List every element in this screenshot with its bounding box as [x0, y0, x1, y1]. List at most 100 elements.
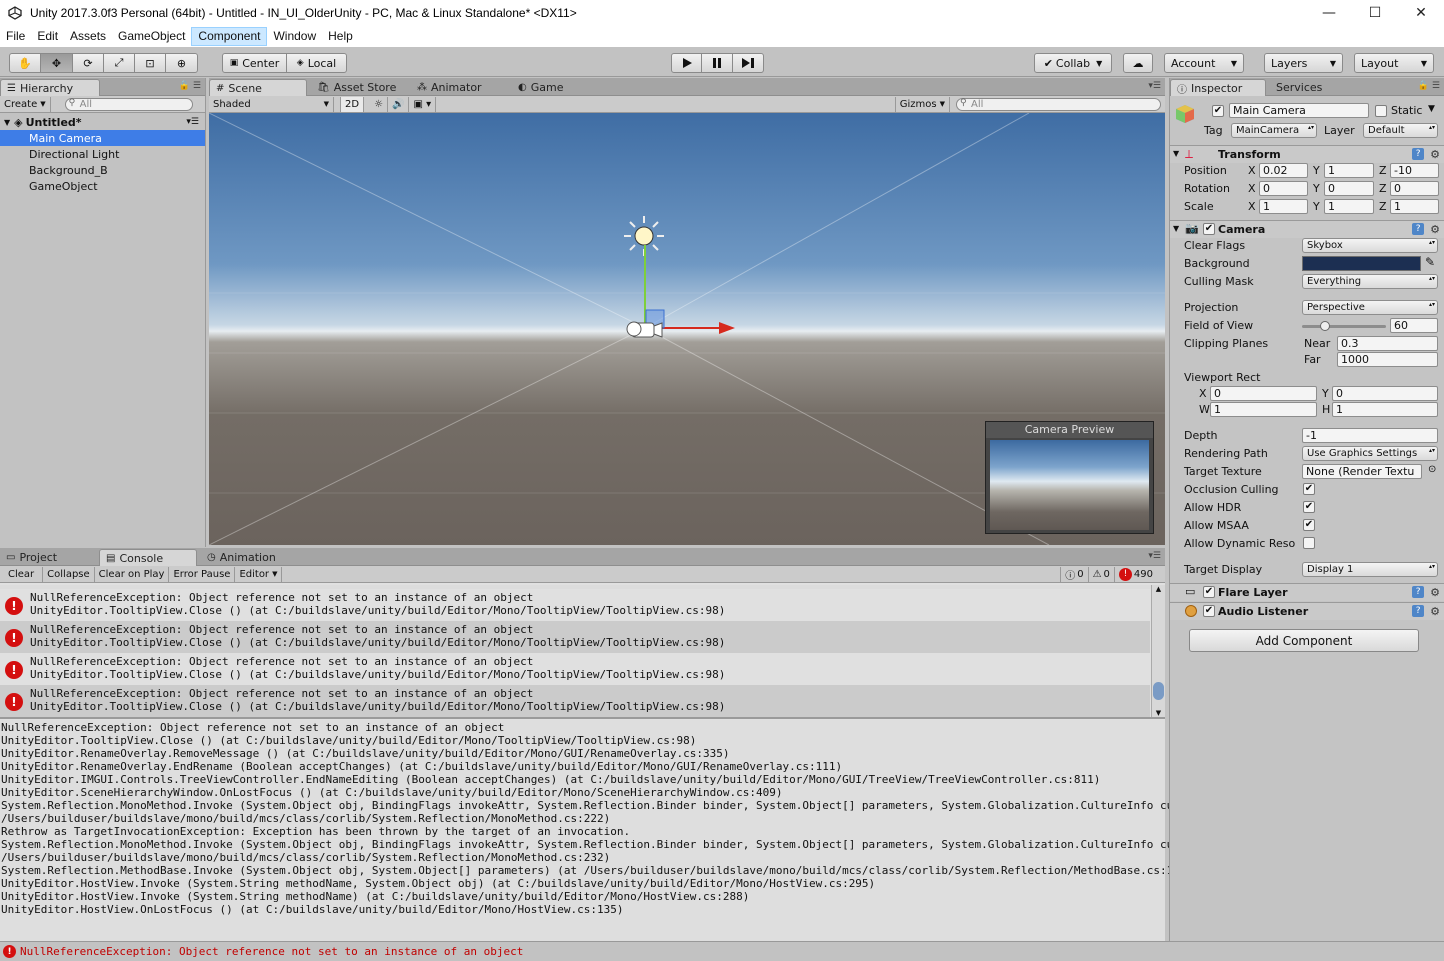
- console-entry[interactable]: ! NullReferenceException: Object referen…: [0, 621, 1150, 653]
- audio-toggle-icon[interactable]: 🔊: [388, 96, 410, 112]
- panel-menu-icon[interactable]: ▾☰: [1148, 81, 1161, 91]
- hierarchy-item-main-camera[interactable]: Main Camera: [0, 130, 205, 146]
- layers-dropdown[interactable]: Layers ▼: [1264, 53, 1343, 73]
- info-count-toggle[interactable]: ⓘ 0: [1060, 566, 1089, 582]
- expand-arrow-icon[interactable]: ▼: [1173, 149, 1179, 158]
- tab-project[interactable]: ▭ Project: [0, 549, 65, 566]
- allow-dynamic-resolution-checkbox[interactable]: [1303, 537, 1315, 549]
- gear-icon[interactable]: ⚙: [1430, 223, 1440, 236]
- step-button[interactable]: [732, 53, 764, 73]
- audio-listener-checkbox[interactable]: ✔: [1203, 605, 1215, 617]
- menu-help[interactable]: Help: [322, 27, 359, 46]
- expand-arrow-icon[interactable]: ▼: [1173, 224, 1179, 233]
- tab-scene[interactable]: # Scene: [209, 79, 307, 96]
- tab-services[interactable]: Services: [1270, 79, 1330, 96]
- move-tool-icon[interactable]: ✥: [40, 53, 73, 73]
- 2d-toggle[interactable]: 2D: [340, 96, 365, 112]
- hand-tool-icon[interactable]: ✋: [9, 53, 41, 73]
- create-dropdown[interactable]: Create ▼: [0, 96, 51, 112]
- gear-icon[interactable]: ⚙: [1430, 148, 1440, 161]
- layout-dropdown[interactable]: Layout ▼: [1354, 53, 1434, 73]
- gizmos-dropdown[interactable]: Gizmos ▼: [894, 96, 950, 112]
- help-icon[interactable]: ?: [1412, 586, 1425, 598]
- minimize-button[interactable]: —: [1306, 0, 1352, 26]
- position-y-field[interactable]: 1: [1324, 163, 1374, 178]
- transform-tool-icon[interactable]: ⊕: [165, 53, 198, 73]
- pivot-local-button[interactable]: ◈ Local: [286, 53, 347, 73]
- play-button[interactable]: [671, 53, 702, 73]
- collab-dropdown[interactable]: ✔ Collab ▼: [1034, 53, 1112, 73]
- shading-mode-dropdown[interactable]: Shaded ▼: [209, 96, 334, 112]
- console-entry[interactable]: ! NullReferenceException: Object referen…: [0, 685, 1150, 717]
- scale-y-field[interactable]: 1: [1324, 199, 1374, 214]
- audio-listener-header[interactable]: ✔ Audio Listener ? ⚙: [1170, 602, 1444, 620]
- viewport-y-input[interactable]: 0: [1332, 386, 1438, 401]
- console-splitter[interactable]: [0, 717, 1165, 719]
- static-dropdown-icon[interactable]: ▼: [1428, 104, 1435, 114]
- rect-tool-icon[interactable]: ⊡: [134, 53, 166, 73]
- scale-z-field[interactable]: 1: [1390, 199, 1439, 214]
- viewport-w-input[interactable]: 1: [1210, 402, 1317, 417]
- lighting-toggle-icon[interactable]: ☼: [370, 96, 389, 112]
- account-dropdown[interactable]: Account ▼: [1164, 53, 1244, 73]
- fov-slider-track[interactable]: [1302, 321, 1386, 331]
- depth-input[interactable]: -1: [1302, 428, 1438, 443]
- viewport-h-input[interactable]: 1: [1332, 402, 1438, 417]
- pivot-center-button[interactable]: ▣ Center: [222, 53, 287, 73]
- fov-slider-thumb[interactable]: [1319, 321, 1330, 331]
- object-name-input[interactable]: Main Camera: [1229, 103, 1369, 118]
- cloud-button[interactable]: ☁: [1123, 53, 1153, 73]
- console-entry[interactable]: ! NullReferenceException: Object referen…: [0, 589, 1150, 621]
- tab-asset-store[interactable]: 🛍 Asset Store: [311, 79, 404, 96]
- gear-icon[interactable]: ⚙: [1430, 605, 1440, 618]
- tab-animation[interactable]: ◷ Animation: [201, 549, 284, 566]
- warning-count-toggle[interactable]: ⚠ 0: [1089, 566, 1115, 582]
- expand-arrow-icon[interactable]: ▼: [4, 118, 10, 127]
- static-checkbox[interactable]: [1375, 105, 1387, 117]
- menu-assets[interactable]: Assets: [64, 27, 112, 46]
- background-color-field[interactable]: [1302, 256, 1421, 271]
- help-icon[interactable]: ?: [1412, 148, 1425, 160]
- fov-input[interactable]: 60: [1390, 318, 1438, 333]
- collapse-button[interactable]: Collapse: [43, 566, 95, 582]
- clear-flags-dropdown[interactable]: Skybox: [1302, 238, 1438, 253]
- allow-hdr-checkbox[interactable]: ✔: [1303, 501, 1315, 513]
- add-component-button[interactable]: Add Component: [1189, 629, 1419, 652]
- occlusion-culling-checkbox[interactable]: ✔: [1303, 483, 1315, 495]
- rotation-y-field[interactable]: 0: [1324, 181, 1374, 196]
- editor-dropdown[interactable]: Editor ▼: [235, 566, 283, 582]
- clear-on-play-button[interactable]: Clear on Play: [95, 566, 170, 582]
- gear-icon[interactable]: ⚙: [1430, 586, 1440, 599]
- panel-menu-icon[interactable]: ▾☰: [1148, 551, 1161, 561]
- status-bar[interactable]: ! NullReferenceException: Object referen…: [0, 941, 1444, 961]
- panel-menu-icon[interactable]: 🔒 ☰: [1418, 81, 1440, 91]
- layer-dropdown[interactable]: Default: [1363, 123, 1438, 138]
- tab-hierarchy[interactable]: ☰ Hierarchy: [0, 79, 100, 96]
- hierarchy-item-gameobject[interactable]: GameObject: [0, 178, 205, 194]
- error-count-toggle[interactable]: ! 490: [1115, 567, 1157, 582]
- tab-console[interactable]: ▤ Console: [99, 549, 197, 566]
- hierarchy-item-directional-light[interactable]: Directional Light: [0, 146, 205, 162]
- tag-dropdown[interactable]: MainCamera: [1231, 123, 1317, 138]
- scene-search-input[interactable]: All: [956, 97, 1161, 111]
- scroll-thumb[interactable]: [1153, 682, 1164, 700]
- target-display-dropdown[interactable]: Display 1: [1302, 562, 1438, 577]
- rotate-tool-icon[interactable]: ⟳: [72, 53, 104, 73]
- console-entry[interactable]: ! NullReferenceException: Object referen…: [0, 653, 1150, 685]
- allow-msaa-checkbox[interactable]: ✔: [1303, 519, 1315, 531]
- projection-dropdown[interactable]: Perspective: [1302, 300, 1438, 315]
- help-icon[interactable]: ?: [1412, 223, 1425, 235]
- scroll-down-icon[interactable]: ▼: [1152, 709, 1165, 717]
- help-icon[interactable]: ?: [1412, 605, 1425, 617]
- scale-tool-icon[interactable]: ⤢: [103, 53, 135, 73]
- target-texture-field[interactable]: None (Render Textu: [1302, 464, 1422, 479]
- menu-file[interactable]: File: [0, 27, 31, 46]
- near-clip-input[interactable]: 0.3: [1337, 336, 1438, 351]
- hierarchy-item-background-b[interactable]: Background_B: [0, 162, 205, 178]
- rotation-x-field[interactable]: 0: [1259, 181, 1308, 196]
- flare-layer-checkbox[interactable]: ✔: [1203, 586, 1215, 598]
- tab-inspector[interactable]: ⓘ Inspector: [1170, 79, 1266, 96]
- scene-root-row[interactable]: ▼ ◈ Untitled* ▾☰: [0, 114, 205, 130]
- console-scrollbar[interactable]: ▲ ▼: [1151, 585, 1165, 717]
- tab-animator[interactable]: ⁂ Animator: [411, 79, 490, 96]
